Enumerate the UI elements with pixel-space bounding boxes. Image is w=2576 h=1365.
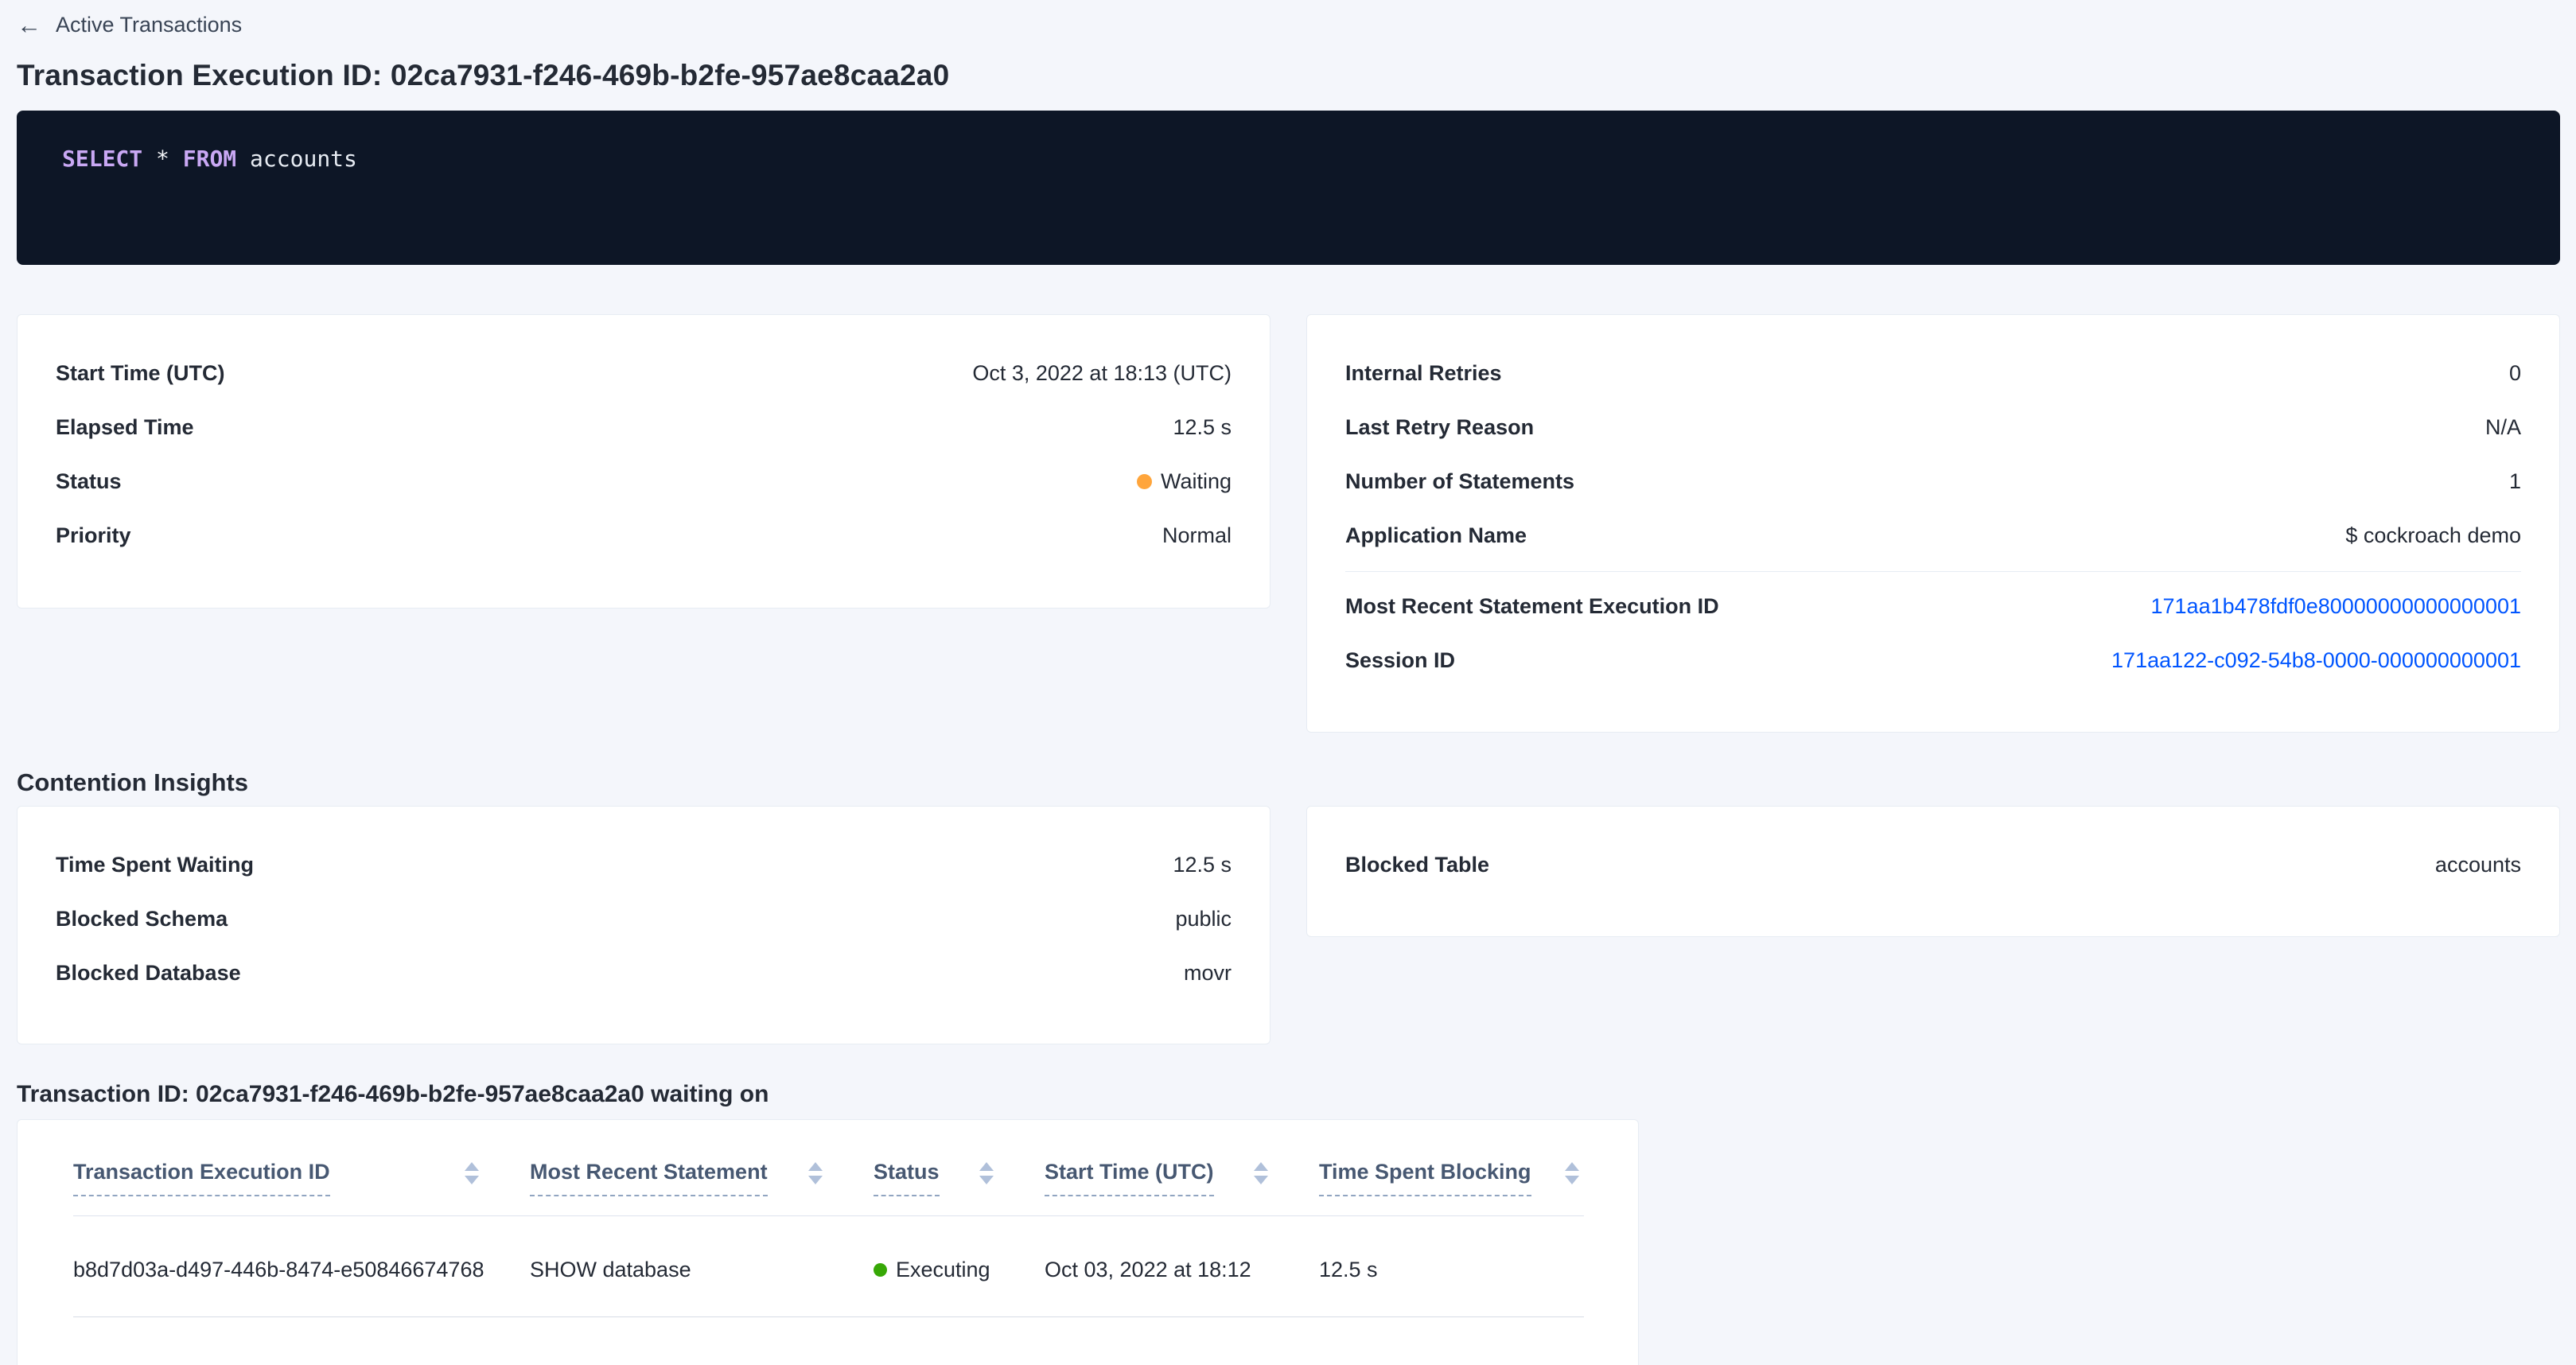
transaction-details-page: ← Active Transactions Transaction Execut… (0, 0, 2576, 1365)
blocked-table-row: Blocked Table accounts (1345, 838, 2521, 892)
sort-arrows-icon[interactable] (1565, 1162, 1579, 1184)
column-header-transaction-execution-id[interactable]: Transaction Execution ID (73, 1120, 530, 1216)
blocked-database-value: movr (1184, 961, 1232, 986)
priority-value: Normal (1162, 523, 1232, 548)
sql-star-operator: * (156, 146, 169, 172)
contention-cards-row: Time Spent Waiting 12.5 s Blocked Schema… (17, 806, 2560, 1044)
status-row: Status Waiting (56, 455, 1232, 509)
table-header-row: Transaction Execution ID Most Recent Sta… (73, 1120, 1584, 1216)
elapsed-time-row: Elapsed Time 12.5 s (56, 401, 1232, 455)
application-name-row: Application Name $ cockroach demo (1345, 509, 2521, 563)
session-id-row: Session ID 171aa122-c092-54b8-0000-00000… (1345, 634, 2521, 688)
internal-retries-label: Internal Retries (1345, 361, 1502, 386)
blocked-schema-value: public (1175, 907, 1232, 931)
sql-table-identifier: accounts (250, 146, 357, 172)
blocked-table-label: Blocked Table (1345, 853, 1489, 877)
status-executing-dot-icon (874, 1263, 887, 1277)
elapsed-time-label: Elapsed Time (56, 415, 194, 440)
column-header-label: Start Time (UTC) (1045, 1158, 1214, 1196)
column-header-start-time[interactable]: Start Time (UTC) (1045, 1120, 1319, 1216)
blocked-database-label: Blocked Database (56, 961, 241, 986)
elapsed-time-value: 12.5 s (1173, 415, 1232, 440)
status-executing-text: Executing (896, 1256, 990, 1283)
internal-retries-row: Internal Retries 0 (1345, 347, 2521, 401)
sort-arrows-icon[interactable] (979, 1162, 994, 1184)
sort-arrows-icon[interactable] (1254, 1162, 1268, 1184)
blocked-schema-label: Blocked Schema (56, 907, 228, 931)
status-label: Status (56, 469, 122, 494)
card-divider (1345, 571, 2521, 572)
number-of-statements-value: 1 (2509, 469, 2521, 494)
statement-details-card: Internal Retries 0 Last Retry Reason N/A… (1306, 314, 2560, 733)
summary-cards-row: Start Time (UTC) Oct 3, 2022 at 18:13 (U… (17, 314, 2560, 733)
cell-most-recent-statement: SHOW database (530, 1215, 874, 1317)
session-id-link[interactable]: 171aa122-c092-54b8-0000-000000000001 (2111, 648, 2521, 673)
status-waiting-dot-icon (1137, 474, 1152, 489)
time-spent-waiting-label: Time Spent Waiting (56, 853, 254, 877)
priority-row: Priority Normal (56, 509, 1232, 563)
last-retry-reason-row: Last Retry Reason N/A (1345, 401, 2521, 455)
status-waiting-text: Waiting (1161, 469, 1232, 494)
column-header-label: Status (874, 1158, 940, 1196)
back-link-active-transactions[interactable]: ← Active Transactions (17, 11, 242, 38)
last-retry-reason-label: Last Retry Reason (1345, 415, 1534, 440)
waiting-on-heading: Transaction ID: 02ca7931-f246-469b-b2fe-… (17, 1079, 2560, 1110)
sql-statement-box: SELECT * FROM accounts (17, 111, 2560, 265)
number-of-statements-row: Number of Statements 1 (1345, 455, 2521, 509)
time-spent-waiting-value: 12.5 s (1173, 853, 1232, 877)
contention-details-card: Time Spent Waiting 12.5 s Blocked Schema… (17, 806, 1270, 1044)
sort-arrows-icon[interactable] (808, 1162, 823, 1184)
blocked-schema-row: Blocked Schema public (56, 892, 1232, 947)
statement-execution-id-label: Most Recent Statement Execution ID (1345, 594, 1719, 619)
column-header-status[interactable]: Status (874, 1120, 1045, 1216)
cell-status: Executing (874, 1215, 1045, 1317)
application-name-label: Application Name (1345, 523, 1527, 548)
number-of-statements-label: Number of Statements (1345, 469, 1574, 494)
time-spent-waiting-row: Time Spent Waiting 12.5 s (56, 838, 1232, 892)
application-name-value: $ cockroach demo (2345, 523, 2521, 548)
sort-arrows-icon[interactable] (465, 1162, 479, 1184)
sql-keyword-from: FROM (183, 146, 236, 172)
table-row: b8d7d03a-d497-446b-8474-e50846674768 SHO… (73, 1215, 1584, 1317)
cell-transaction-execution-id: b8d7d03a-d497-446b-8474-e50846674768 (73, 1215, 530, 1317)
internal-retries-value: 0 (2509, 361, 2521, 386)
waiting-transactions-table: Transaction Execution ID Most Recent Sta… (73, 1120, 1584, 1318)
start-time-row: Start Time (UTC) Oct 3, 2022 at 18:13 (U… (56, 347, 1232, 401)
cell-time-spent-blocking: 12.5 s (1319, 1215, 1584, 1317)
back-arrow-icon: ← (17, 13, 41, 37)
blocked-table-value: accounts (2435, 853, 2521, 877)
blocked-table-card: Blocked Table accounts (1306, 806, 2560, 937)
sql-keyword-select: SELECT (62, 146, 142, 172)
start-time-value: Oct 3, 2022 at 18:13 (UTC) (972, 361, 1232, 386)
cell-start-time: Oct 03, 2022 at 18:12 (1045, 1215, 1319, 1317)
column-header-time-spent-blocking[interactable]: Time Spent Blocking (1319, 1120, 1584, 1216)
blocked-database-row: Blocked Database movr (56, 947, 1232, 1001)
statement-execution-id-link[interactable]: 171aa1b478fdf0e80000000000000001 (2151, 594, 2522, 619)
transaction-overview-card: Start Time (UTC) Oct 3, 2022 at 18:13 (U… (17, 314, 1270, 609)
column-header-label: Time Spent Blocking (1319, 1158, 1531, 1196)
waiting-transactions-table-card: Transaction Execution ID Most Recent Sta… (17, 1119, 1639, 1365)
start-time-label: Start Time (UTC) (56, 361, 225, 386)
page-title: Transaction Execution ID: 02ca7931-f246-… (17, 58, 2560, 93)
last-retry-reason-value: N/A (2485, 415, 2521, 440)
statement-execution-id-row: Most Recent Statement Execution ID 171aa… (1345, 580, 2521, 634)
contention-insights-heading: Contention Insights (17, 768, 2560, 798)
column-header-label: Transaction Execution ID (73, 1158, 330, 1196)
column-header-label: Most Recent Statement (530, 1158, 768, 1196)
column-header-most-recent-statement[interactable]: Most Recent Statement (530, 1120, 874, 1216)
session-id-label: Session ID (1345, 648, 1455, 673)
status-value: Waiting (1137, 469, 1232, 494)
back-link-label: Active Transactions (56, 11, 242, 38)
priority-label: Priority (56, 523, 131, 548)
